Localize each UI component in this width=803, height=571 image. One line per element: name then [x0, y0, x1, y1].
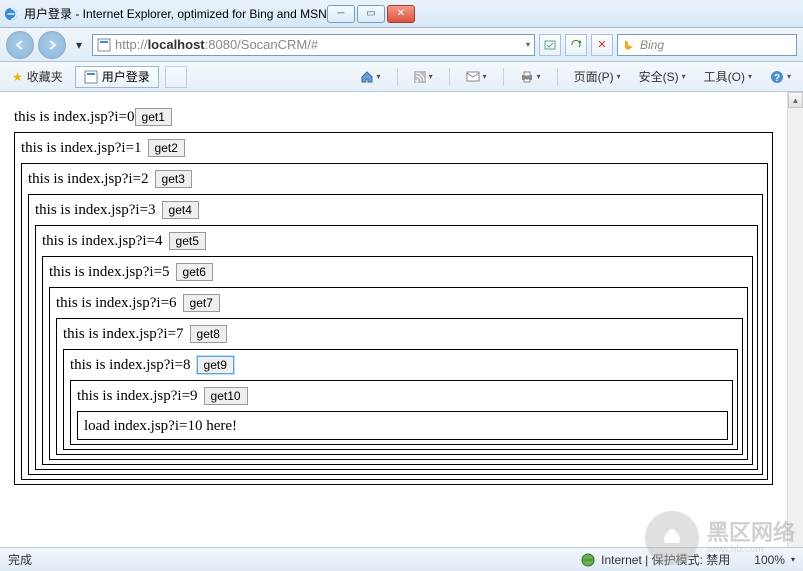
tools-menu[interactable]: 工具(O)▾: [698, 66, 758, 88]
back-button[interactable]: [6, 31, 34, 59]
get-button-3[interactable]: get3: [155, 170, 192, 188]
nested-box-7: this is index.jsp?i=7 get8 this is index.j…: [56, 318, 743, 455]
nested-box-1: this is index.jsp?i=1 get2 this is index.j…: [14, 132, 773, 485]
refresh-button[interactable]: [565, 34, 587, 56]
index-text: this is index.jsp?i=3: [35, 202, 156, 219]
get-button-2[interactable]: get2: [148, 139, 185, 157]
zoom-level[interactable]: 100%: [754, 553, 785, 567]
search-box[interactable]: Bing: [617, 34, 797, 56]
index-text: this is index.jsp?i=5: [49, 264, 170, 281]
feeds-button[interactable]: ▾: [408, 66, 439, 88]
minimize-button[interactable]: ─: [327, 5, 355, 23]
final-box: load index.jsp?i=10 here!: [77, 411, 728, 440]
nested-box-3: this is index.jsp?i=3 get4 this is index.j…: [28, 194, 763, 475]
get-button-1[interactable]: get1: [135, 108, 172, 126]
home-icon: [360, 70, 374, 84]
url-text: http://localhost:8080/SocanCRM/#: [115, 37, 522, 52]
scroll-up-icon[interactable]: ▲: [788, 92, 803, 108]
star-icon: ★: [12, 70, 23, 84]
maximize-button[interactable]: ▭: [357, 5, 385, 23]
stop-button[interactable]: ✕: [591, 34, 613, 56]
help-icon: ?: [770, 70, 784, 84]
vertical-scrollbar[interactable]: ▲: [787, 92, 803, 547]
help-button[interactable]: ?▾: [764, 66, 797, 88]
print-button[interactable]: ▾: [514, 66, 547, 88]
nested-box-9: this is index.jsp?i=9 get10 load index.jsp…: [70, 380, 733, 445]
get-button-9[interactable]: get9: [197, 356, 234, 374]
get-button-7[interactable]: get7: [183, 294, 220, 312]
page-viewport: this is index.jsp?i=0get1 this is index.j…: [0, 92, 787, 547]
url-dropdown-icon[interactable]: ▾: [526, 40, 530, 49]
rss-icon: [414, 71, 426, 83]
index-text: this is index.jsp?i=4: [42, 233, 163, 250]
safety-menu[interactable]: 安全(S)▾: [633, 66, 692, 88]
favorites-button[interactable]: ★收藏夹: [6, 66, 69, 88]
mail-icon: [466, 71, 480, 83]
status-text: 完成: [8, 551, 32, 568]
index-text: this is index.jsp?i=0: [14, 109, 135, 125]
get-button-6[interactable]: get6: [176, 263, 213, 281]
svg-text:?: ?: [774, 73, 780, 84]
internet-zone-icon: [581, 553, 595, 567]
address-bar[interactable]: http://localhost:8080/SocanCRM/# ▾: [92, 34, 535, 56]
page-icon: [97, 38, 111, 52]
browser-tab[interactable]: 用户登录: [75, 66, 159, 88]
nested-box-4: this is index.jsp?i=4 get5 this is index.j…: [35, 225, 758, 470]
index-text: this is index.jsp?i=6: [56, 295, 177, 312]
compat-view-button[interactable]: [539, 34, 561, 56]
page-icon: [84, 70, 98, 84]
mail-button[interactable]: ▾: [460, 66, 493, 88]
nested-box-5: this is index.jsp?i=5 get6 this is index.j…: [42, 256, 753, 465]
zone-text: Internet | 保护模式: 禁用: [601, 551, 730, 568]
nested-box-2: this is index.jsp?i=2 get3 this is index.j…: [21, 163, 768, 480]
nested-box-6: this is index.jsp?i=6 get7 this is index.j…: [49, 287, 748, 460]
tab-title: 用户登录: [102, 68, 150, 85]
new-tab-button[interactable]: [165, 66, 187, 88]
nested-box-0: this is index.jsp?i=0get1 this is index.j…: [14, 108, 773, 485]
window-title: 用户登录 - Internet Explorer, optimized for …: [24, 5, 327, 22]
favorites-bar: ★收藏夹 用户登录 ▾ ▾ ▾ ▾ 页面(P)▾ 安全(S)▾ 工具(O)▾ ?…: [0, 62, 803, 92]
nav-history-dropdown[interactable]: ▾: [70, 34, 88, 56]
get-button-4[interactable]: get4: [162, 201, 199, 219]
get-button-5[interactable]: get5: [169, 232, 206, 250]
search-placeholder: Bing: [640, 38, 664, 52]
page-menu[interactable]: 页面(P)▾: [568, 66, 627, 88]
home-button[interactable]: ▾: [354, 66, 387, 88]
status-bar: 完成 Internet | 保护模式: 禁用 100% ▾: [0, 547, 803, 571]
bing-icon: [622, 38, 636, 52]
print-icon: [520, 71, 534, 83]
window-titlebar: 用户登录 - Internet Explorer, optimized for …: [0, 0, 803, 28]
ie-icon: [4, 7, 18, 21]
close-button[interactable]: ✕: [387, 5, 415, 23]
forward-button[interactable]: [38, 31, 66, 59]
index-text: this is index.jsp?i=1: [21, 140, 142, 157]
navigation-bar: ▾ http://localhost:8080/SocanCRM/# ▾ ✕ B…: [0, 28, 803, 62]
get-button-8[interactable]: get8: [190, 325, 227, 343]
index-text: this is index.jsp?i=7: [63, 326, 184, 343]
index-text: this is index.jsp?i=8: [70, 357, 191, 374]
index-text: this is index.jsp?i=9: [77, 388, 198, 405]
index-text: this is index.jsp?i=2: [28, 171, 149, 188]
final-text: load index.jsp?i=10 here!: [84, 418, 237, 434]
nested-box-8: this is index.jsp?i=8 get9 this is index.j…: [63, 349, 738, 450]
get-button-10[interactable]: get10: [204, 387, 248, 405]
